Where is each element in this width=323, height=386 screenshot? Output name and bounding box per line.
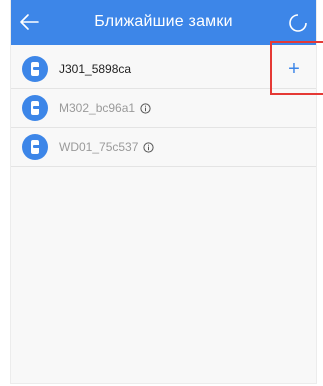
nearby-locks-screen: Ближайшие замки J301_5898ca + M302_bc96a… [10,0,317,384]
back-button[interactable] [15,8,43,36]
info-icon[interactable] [140,102,151,114]
lock-name: WD01_75c537 [59,140,139,154]
door-lock-icon [31,101,40,115]
lock-name: M302_bc96a1 [59,101,136,115]
refresh-ring-icon [289,14,307,32]
lock-avatar [22,56,48,82]
lock-avatar [22,134,48,160]
add-lock-button[interactable]: + [272,50,316,88]
app-bar: Ближайшие замки [11,0,316,45]
door-lock-icon [31,62,40,76]
lock-row-j301[interactable]: J301_5898ca + [11,50,316,89]
page-title: Ближайшие замки [94,13,233,30]
lock-row-wd01[interactable]: WD01_75c537 [11,128,316,167]
plus-icon: + [288,57,300,80]
lock-name: J301_5898ca [59,62,132,76]
lock-list: J301_5898ca + M302_bc96a1 WD01_75c537 [11,50,316,167]
refresh-button[interactable] [286,11,310,35]
arrow-left-icon [20,14,39,30]
lock-row-m302[interactable]: M302_bc96a1 [11,89,316,128]
door-lock-icon [31,140,40,154]
lock-avatar [22,95,48,121]
info-icon[interactable] [143,141,154,153]
